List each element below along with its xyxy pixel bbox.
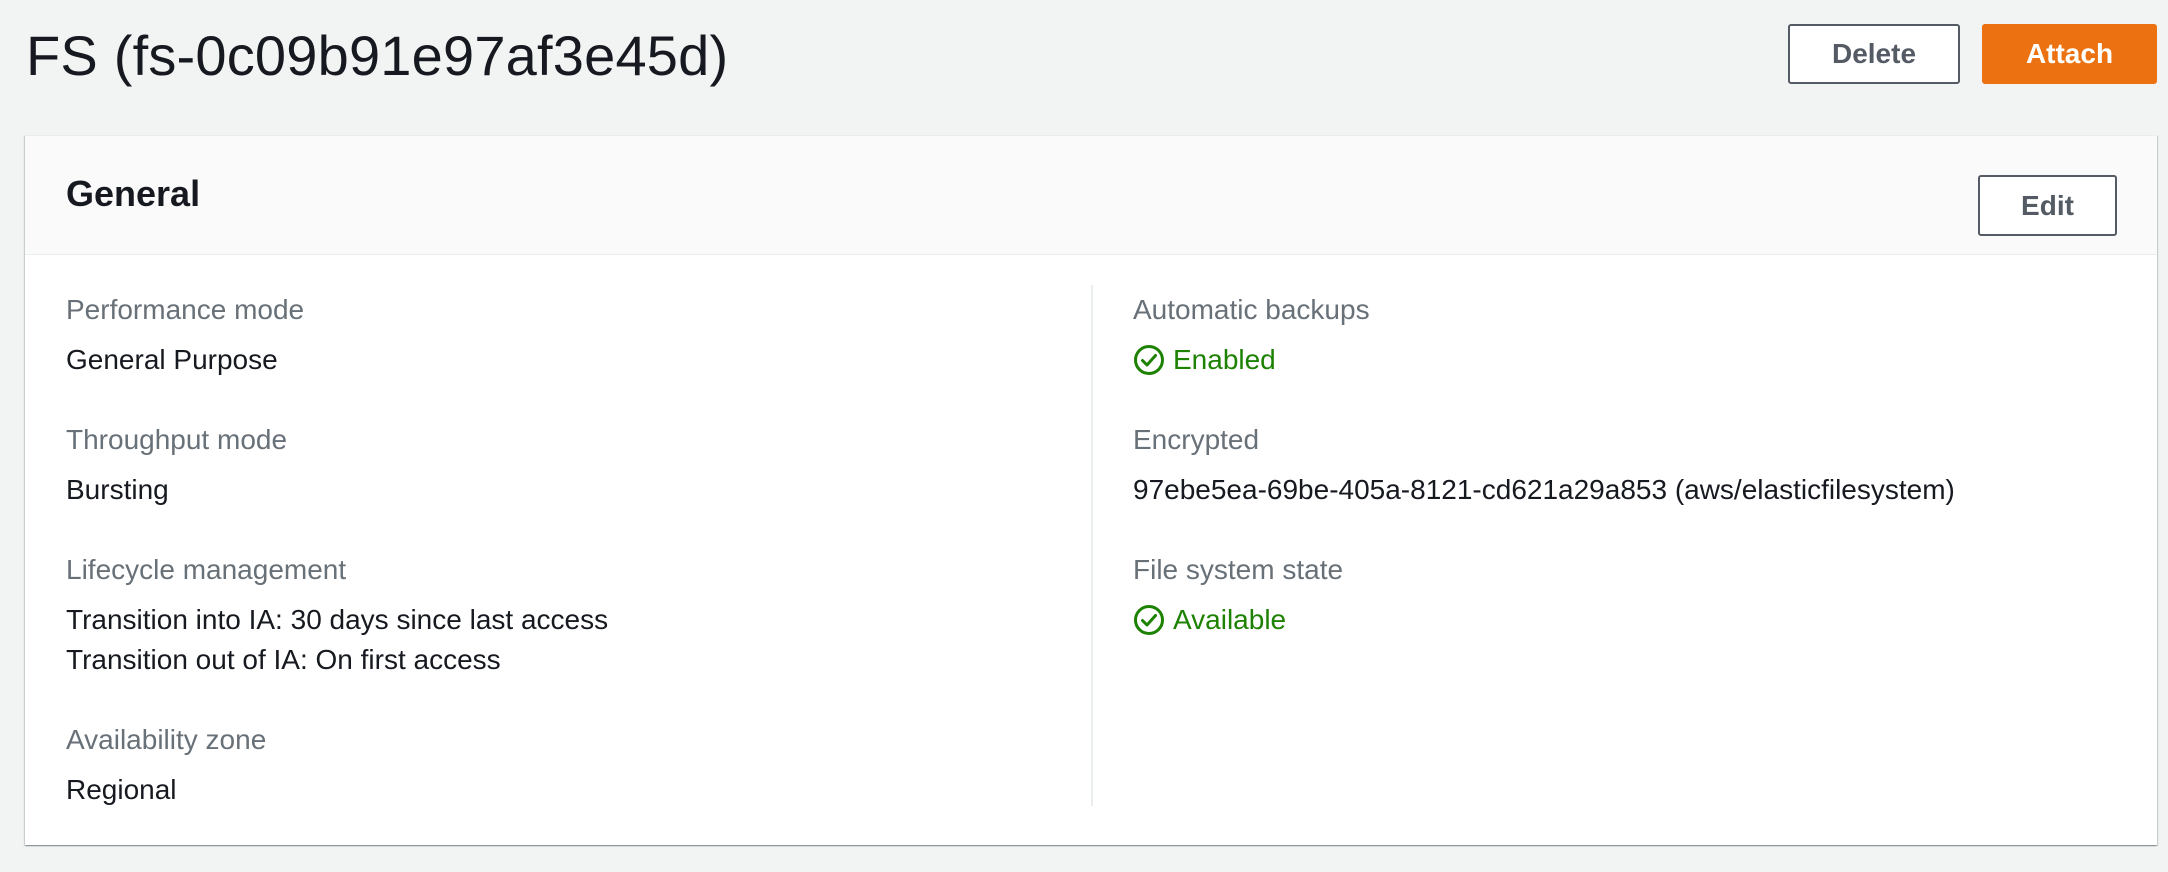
field-label: Lifecycle management	[66, 554, 347, 585]
header-actions: Delete Attach	[1788, 24, 2157, 84]
panel-title: General	[66, 173, 201, 214]
throughput-mode-field: Throughput mode Bursting	[66, 420, 287, 510]
availability-zone-field: Availability zone Regional	[66, 720, 266, 810]
automatic-backups-field: Automatic backups Enabled	[1133, 290, 1370, 380]
column-divider	[1091, 285, 1093, 806]
panel-header: General Edit	[25, 136, 2157, 255]
field-label: Throughput mode	[66, 424, 288, 455]
page-header: FS (fs-0c09b91e97af3e45d) Delete Attach	[0, 0, 2168, 120]
status-value: Enabled	[1133, 340, 1370, 380]
status-text: Enabled	[1173, 344, 1276, 375]
check-circle-icon	[1133, 604, 1165, 636]
field-value: Transition into IA: 30 days since last a…	[66, 600, 608, 680]
lifecycle-line: Transition into IA: 30 days since last a…	[66, 604, 609, 635]
status-text: Available	[1173, 604, 1287, 635]
delete-button[interactable]: Delete	[1788, 24, 1960, 84]
field-label: File system state	[1133, 554, 1344, 585]
performance-mode-field: Performance mode General Purpose	[66, 290, 304, 380]
lifecycle-line: Transition out of IA: On first access	[66, 644, 501, 675]
general-panel: General Edit Performance mode General Pu…	[25, 135, 2157, 845]
field-value: General Purpose	[66, 344, 278, 375]
field-label: Automatic backups	[1133, 294, 1370, 325]
field-value: Bursting	[66, 474, 169, 505]
field-value: 97ebe5ea-69be-405a-8121-cd621a29a853 (aw…	[1133, 474, 1955, 505]
attach-button[interactable]: Attach	[1982, 24, 2157, 84]
field-label: Encrypted	[1133, 424, 1260, 455]
edit-button[interactable]: Edit	[1978, 175, 2117, 236]
status-value: Available	[1133, 600, 1343, 640]
panel-body: Performance mode General Purpose Through…	[25, 255, 2157, 845]
file-system-state-field: File system state Available	[1133, 550, 1343, 640]
field-label: Performance mode	[66, 294, 305, 325]
field-value: Regional	[66, 774, 177, 805]
check-circle-icon	[1133, 344, 1165, 376]
field-label: Availability zone	[66, 724, 267, 755]
page-title: FS (fs-0c09b91e97af3e45d)	[26, 24, 729, 87]
lifecycle-management-field: Lifecycle management Transition into IA:…	[66, 550, 608, 680]
encrypted-field: Encrypted 97ebe5ea-69be-405a-8121-cd621a…	[1133, 420, 1955, 510]
